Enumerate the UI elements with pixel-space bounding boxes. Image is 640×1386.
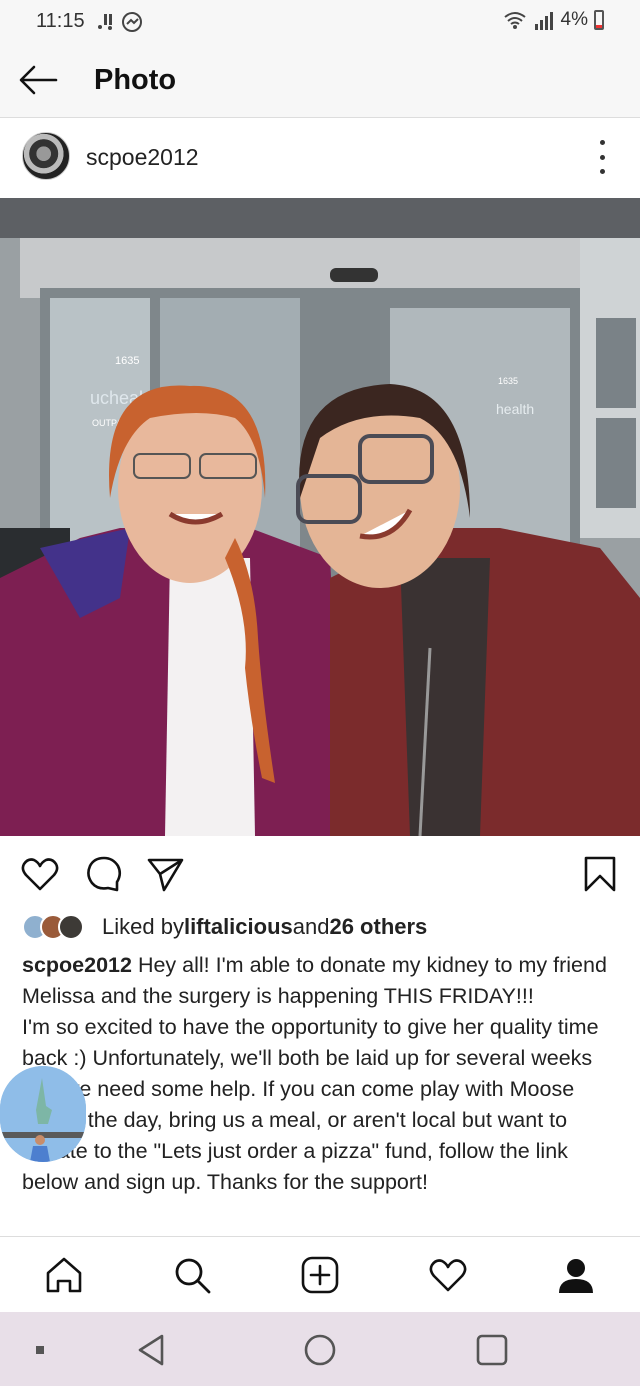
status-time: 11:15 [36,10,85,32]
photo-sign-health: health [496,401,534,417]
floating-chat-head[interactable] [0,1066,86,1162]
caption-paragraph-2: I'm so excited to have the opportunity t… [22,1015,599,1194]
post-actions [0,836,640,908]
more-options-icon[interactable] [594,140,610,174]
search-icon[interactable] [172,1255,212,1295]
likes-summary[interactable]: Liked by liftalicious and 26 others [22,910,427,944]
home-circle-icon[interactable] [300,1330,340,1370]
status-right: 4% [503,9,604,31]
battery-icon [594,10,604,30]
caption-username[interactable]: scpoe2012 [22,953,132,977]
likes-middle: and [292,914,330,939]
heart-icon[interactable] [20,854,60,894]
messenger-icon [98,12,142,32]
post-caption: scpoe2012 Hey all! I'm able to donate my… [22,950,622,1232]
status-bar: 11:15 4% [0,0,640,42]
add-icon[interactable] [300,1255,340,1295]
comment-icon[interactable] [84,854,124,894]
arrow-left-icon[interactable] [18,64,58,96]
profile-icon[interactable] [556,1255,596,1295]
photo-sign-number: 1635 [115,355,139,367]
post-photo[interactable]: 1635 ucheal OUTPATI 1635 health [0,198,640,836]
post-username[interactable]: scpoe2012 [86,144,199,171]
bookmark-icon[interactable] [580,854,620,894]
page-title: Photo [94,64,177,96]
back-icon[interactable] [132,1330,172,1370]
likes-others[interactable]: 26 others [329,914,427,940]
system-nav-bar [0,1312,640,1386]
signal-icon [534,12,553,30]
bottom-nav [0,1236,640,1312]
photo-sign-number-right: 1635 [498,376,518,386]
app-header: Photo [0,42,640,118]
likes-prefix: Liked by [102,914,184,939]
avatar[interactable] [22,132,70,180]
likes-user[interactable]: liftalicious [184,914,293,940]
activity-icon[interactable] [428,1255,468,1295]
recent-apps-icon[interactable] [24,1330,64,1370]
liker-avatars [22,914,84,940]
home-icon[interactable] [44,1255,84,1295]
battery-percent: 4% [560,9,588,30]
share-icon[interactable] [146,854,186,894]
notification-icons [94,11,146,38]
overview-square-icon[interactable] [472,1330,512,1370]
post-header: scpoe2012 [0,118,640,198]
wifi-icon [503,12,526,29]
